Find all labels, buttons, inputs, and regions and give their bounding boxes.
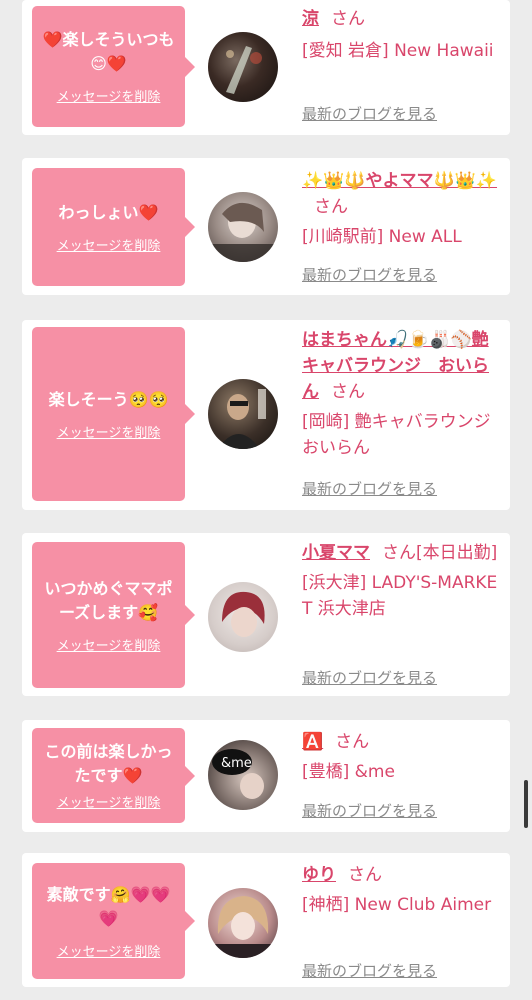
sender-info: 涼さん [愛知 岩倉] New Hawaii <box>302 6 502 64</box>
honorific: さん <box>331 9 365 29</box>
message-card: 楽しそーう🥺🥺 メッセージを削除 はまちゃん🎣🍺🎳⚾艶キャバラウンジ おいらんさ… <box>22 320 510 510</box>
message-bubble: いつかめぐママポーズします🥰 メッセージを削除 <box>32 542 195 688</box>
message-card: 素敵です🤗💗💗💗 メッセージを削除 ゆり さん [神栖] New Club Aim… <box>22 853 510 987</box>
message-card: わっしょい❤️ メッセージを削除 ✨👑🔱やよママ🔱👑✨ さん [川崎駅前] New… <box>22 158 510 295</box>
message-bubble: 楽しそーう🥺🥺 メッセージを削除 <box>32 327 195 501</box>
message-text: わっしょい❤️ <box>58 202 159 222</box>
honorific: さん <box>331 382 365 402</box>
delete-message-link[interactable]: メッセージを削除 <box>57 235 161 254</box>
avatar[interactable]: &me <box>208 740 278 810</box>
shop-name: [愛知 岩倉] New Hawaii <box>302 41 494 61</box>
honorific: さん <box>314 197 348 217</box>
delete-message-link[interactable]: メッセージを削除 <box>57 792 161 811</box>
shop-name: [浜大津] LADY'S-MARKET 浜大津店 <box>302 573 498 619</box>
sender-name-link[interactable]: 小夏ママ <box>302 543 370 563</box>
delete-message-link[interactable]: メッセージを削除 <box>57 635 161 654</box>
honorific: さん <box>335 732 370 752</box>
message-text: ❤️楽しそういつも😊❤️ <box>42 30 175 73</box>
latest-blog-link[interactable]: 最新のブログを見る <box>302 264 437 285</box>
sender-name-link[interactable]: 🅰️ <box>302 732 323 752</box>
shop-name: [豊橋] &me <box>302 762 395 782</box>
sender-info: 小夏ママ さん[本日出勤] [浜大津] LADY'S-MARKET 浜大津店 <box>302 540 502 622</box>
message-bubble: 素敵です🤗💗💗💗 メッセージを削除 <box>32 863 195 979</box>
message-bubble: この前は楽しかったです❤️ メッセージを削除 <box>32 728 195 823</box>
shop-name: [川崎駅前] New ALL <box>302 227 462 247</box>
latest-blog-link[interactable]: 最新のブログを見る <box>302 103 437 124</box>
latest-blog-link[interactable]: 最新のブログを見る <box>302 960 437 981</box>
avatar-photo: &me <box>212 749 264 799</box>
shop-name: [神栖] New Club Aimer <box>302 895 492 915</box>
sender-status: [本日出勤] <box>416 543 498 563</box>
avatar-photo <box>208 896 278 958</box>
latest-blog-link[interactable]: 最新のブログを見る <box>302 478 437 499</box>
delete-message-link[interactable]: メッセージを削除 <box>57 941 161 960</box>
avatar[interactable] <box>208 32 278 102</box>
message-text: この前は楽しかったです❤️ <box>44 742 173 785</box>
sender-name-link[interactable]: ゆり <box>302 865 336 885</box>
message-card: いつかめぐママポーズします🥰 メッセージを削除 小夏ママ さん[本日出勤] [浜大… <box>22 533 510 696</box>
delete-message-link[interactable]: メッセージを削除 <box>57 422 161 441</box>
message-bubble: わっしょい❤️ メッセージを削除 <box>32 168 195 286</box>
sender-info: ✨👑🔱やよママ🔱👑✨ さん [川崎駅前] New ALL <box>302 168 502 250</box>
sender-info: ゆり さん [神栖] New Club Aimer <box>302 862 502 918</box>
message-bubble: ❤️楽しそういつも😊❤️ メッセージを削除 <box>32 6 195 127</box>
message-card: ❤️楽しそういつも😊❤️ メッセージを削除 涼さん [愛知 岩倉] New Ha… <box>22 0 510 135</box>
avatar-photo <box>208 202 278 262</box>
latest-blog-link[interactable]: 最新のブログを見る <box>302 800 437 821</box>
sender-name-link[interactable]: ✨👑🔱やよママ🔱👑✨ <box>302 171 497 191</box>
message-card: この前は楽しかったです❤️ メッセージを削除 &me 🅰️ さん [豊橋] &me… <box>22 720 510 832</box>
avatar[interactable] <box>208 192 278 262</box>
avatar[interactable] <box>208 888 278 958</box>
sender-info: 🅰️ さん [豊橋] &me <box>302 729 502 785</box>
avatar[interactable] <box>208 379 278 449</box>
sender-info: はまちゃん🎣🍺🎳⚾艶キャバラウンジ おいらん さん [岡崎] 艶キャバラウンジ お… <box>302 327 502 461</box>
svg-text:&me: &me <box>221 756 252 771</box>
latest-blog-link[interactable]: 最新のブログを見る <box>302 667 437 688</box>
avatar-photo <box>218 389 266 449</box>
honorific: さん <box>382 543 416 563</box>
message-text: いつかめぐママポーズします🥰 <box>44 578 173 622</box>
avatar-photo <box>226 46 262 94</box>
message-text: 素敵です🤗💗💗💗 <box>46 884 171 928</box>
message-text: 楽しそーう🥺🥺 <box>48 389 169 409</box>
scrollbar-thumb[interactable] <box>524 780 528 828</box>
shop-name: [岡崎] 艶キャバラウンジ おいらん <box>302 412 491 458</box>
avatar[interactable] <box>208 582 278 652</box>
avatar-photo <box>222 591 265 637</box>
delete-message-link[interactable]: メッセージを削除 <box>57 86 161 105</box>
sender-name-link[interactable]: 涼 <box>302 9 319 29</box>
honorific: さん <box>348 865 382 885</box>
